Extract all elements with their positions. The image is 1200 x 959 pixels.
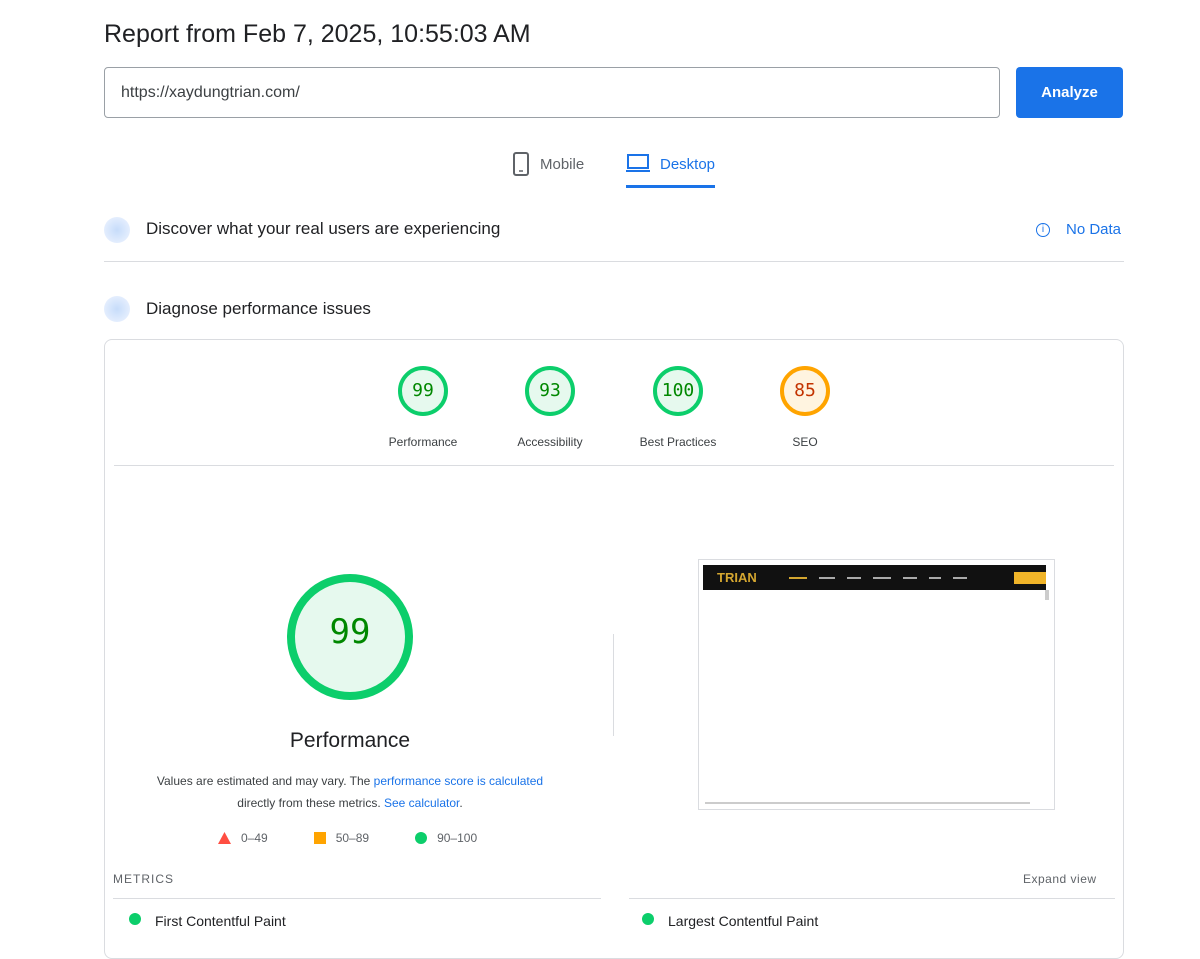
score-calculated-link[interactable]: performance score is calculated [374, 774, 543, 788]
tab-mobile[interactable]: Mobile [512, 150, 584, 188]
tab-desktop-label: Desktop [660, 156, 716, 173]
no-data-text: No Data [1066, 221, 1122, 238]
crux-heading: Discover what your real users are experi… [146, 219, 501, 238]
metric-label: Largest Contentful Paint [668, 913, 819, 929]
score-note: Values are estimated and may vary. The p… [130, 770, 570, 814]
circle-icon [415, 832, 428, 844]
divider [613, 634, 614, 736]
note-text: . [459, 796, 463, 810]
divider [113, 898, 601, 899]
expand-view-button[interactable]: Expand view [1023, 872, 1097, 886]
note-text: Values are estimated and may vary. The [156, 774, 374, 788]
note-text: directly from these metrics. [237, 796, 384, 810]
score-value: 85 [794, 380, 816, 401]
laptop-icon [626, 154, 650, 172]
legend-average: 50–89 [313, 831, 369, 845]
divider [629, 898, 1115, 899]
metrics-heading: METRICS [113, 872, 174, 886]
site-logo: TRIAN [717, 570, 757, 585]
diagnose-icon [104, 296, 130, 322]
phone-icon [513, 152, 529, 176]
divider [114, 465, 1114, 466]
score-gauge-best-practices[interactable]: 100 Best Practices [623, 365, 733, 449]
performance-label: Performance [289, 729, 411, 752]
metric-fcp: First Contentful Paint [129, 913, 286, 929]
score-value: 93 [539, 380, 561, 401]
score-value: 99 [412, 380, 434, 401]
pass-dot-icon [642, 913, 654, 925]
metric-label: First Contentful Paint [155, 913, 286, 929]
score-gauge-seo[interactable]: 85 SEO [750, 365, 860, 449]
divider [104, 261, 1124, 262]
tab-desktop[interactable]: Desktop [626, 150, 716, 188]
triangle-icon [218, 832, 231, 844]
analyze-button[interactable]: Analyze [1016, 67, 1123, 118]
tab-mobile-label: Mobile [540, 156, 585, 173]
square-icon [313, 832, 326, 844]
legend-pass: 90–100 [415, 831, 477, 845]
score-value: 100 [661, 380, 695, 401]
score-legend: 0–49 50–89 90–100 [218, 831, 477, 845]
info-icon: i [1036, 223, 1050, 237]
pass-dot-icon [129, 913, 141, 925]
no-data-link[interactable]: i No Data [1036, 221, 1121, 238]
page-title: Report from Feb 7, 2025, 10:55:03 AM [104, 20, 531, 48]
score-label: Accessibility [517, 435, 583, 449]
metric-lcp: Largest Contentful Paint [642, 913, 818, 929]
url-input[interactable] [104, 67, 1000, 118]
score-gauge-performance[interactable]: 99 Performance [368, 365, 478, 449]
score-label: Best Practices [639, 435, 717, 449]
score-label: Performance [388, 435, 458, 449]
real-users-icon [104, 217, 130, 243]
page-screenshot: TRIAN [698, 559, 1055, 810]
see-calculator-link[interactable]: See calculator [384, 796, 459, 810]
score-label: SEO [792, 435, 818, 449]
score-gauge-accessibility[interactable]: 93 Accessibility [495, 365, 605, 449]
screenshot-navbar: TRIAN [703, 565, 1046, 590]
diagnose-heading: Diagnose performance issues [146, 299, 371, 318]
legend-fail: 0–49 [218, 831, 268, 845]
performance-score: 99 [329, 612, 371, 652]
